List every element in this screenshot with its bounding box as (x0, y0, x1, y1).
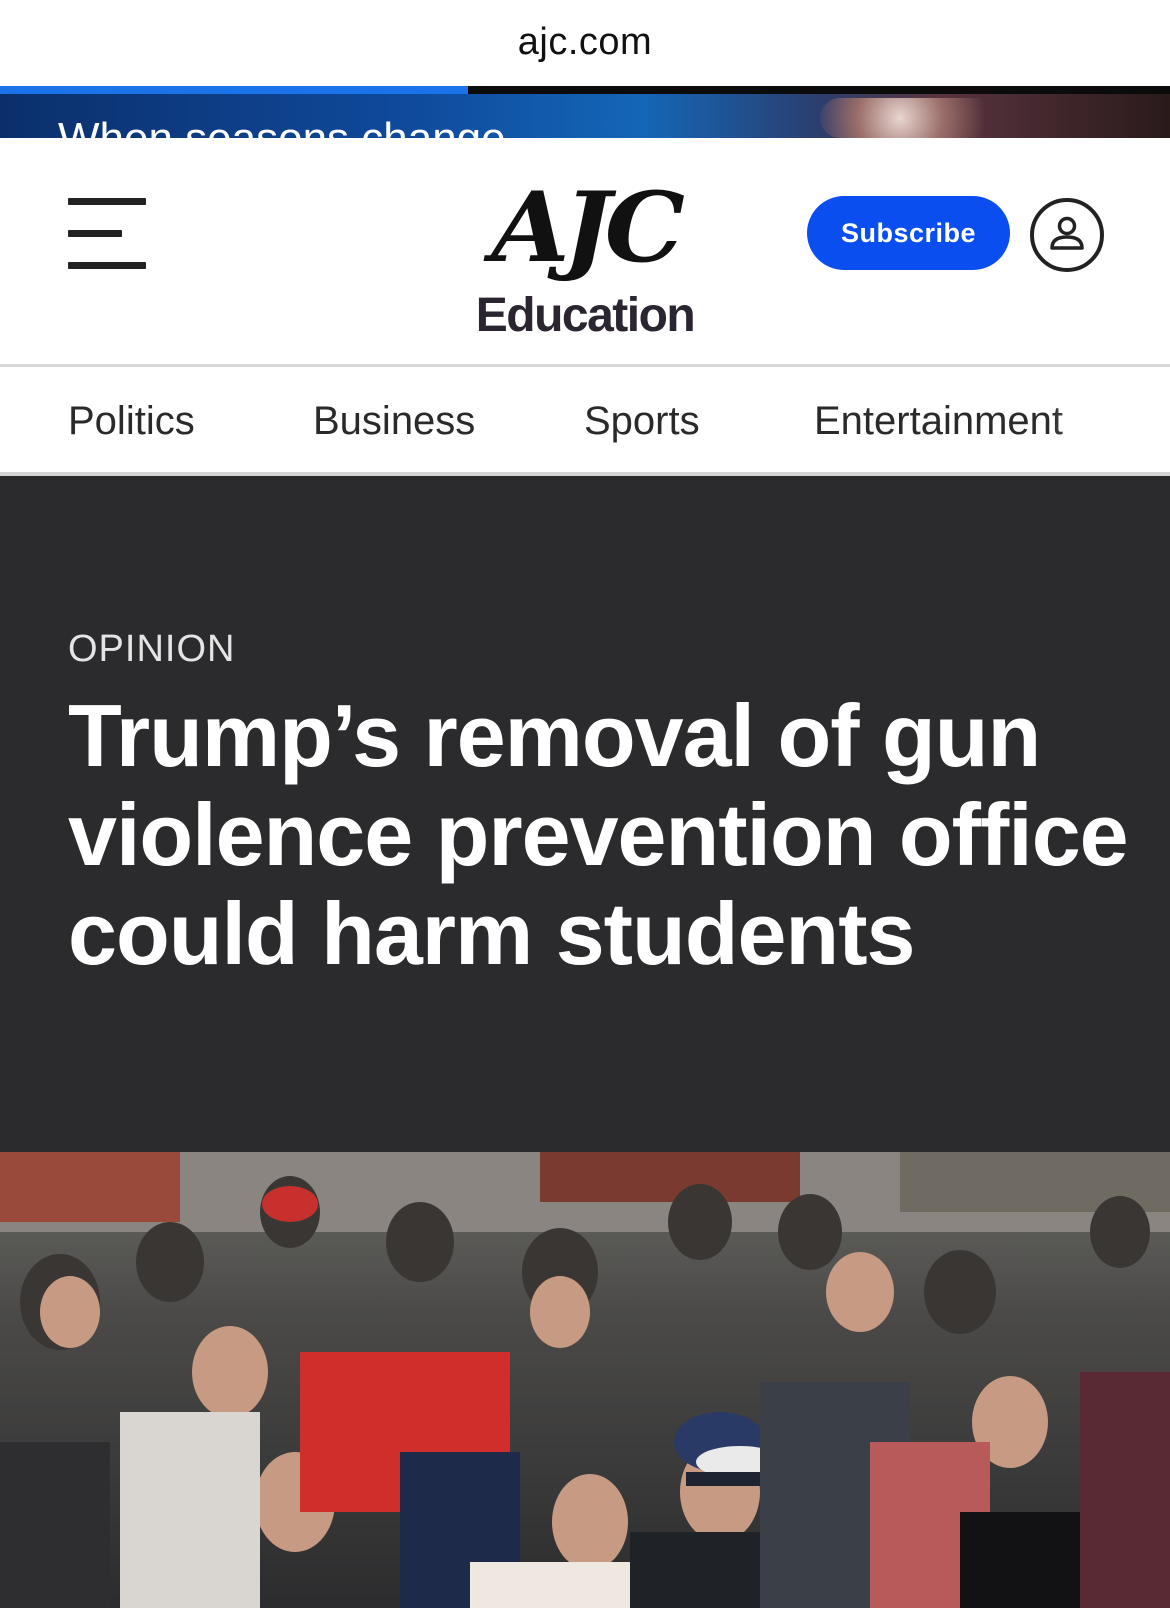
article-header: OPINION Trump’s removal of gun violence … (0, 476, 1170, 1152)
nav-item-sports[interactable]: Sports (584, 399, 700, 444)
crowd-photo-illustration (0, 1152, 1170, 1608)
nav-item-business[interactable]: Business (313, 399, 475, 444)
ad-image (820, 98, 1020, 138)
ad-text: When seasons change (58, 114, 506, 138)
person-icon (1050, 216, 1084, 250)
section-title[interactable]: Education (460, 288, 710, 343)
logo-wordmark: AJC (491, 171, 685, 284)
page-load-progress-fill (0, 86, 468, 94)
nav-item-entertainment[interactable]: Entertainment (814, 399, 1063, 444)
section-nav: Politics Business Sports Entertainment (0, 367, 1170, 476)
site-logo[interactable]: AJC (475, 178, 695, 278)
subscribe-button[interactable]: Subscribe (807, 196, 1010, 270)
article-headline: Trump’s removal of gun violence preventi… (68, 686, 1129, 983)
article-kicker[interactable]: OPINION (68, 628, 235, 671)
article-lead-photo[interactable] (0, 1152, 1170, 1608)
nav-scroll-fade (1050, 367, 1170, 472)
nav-item-politics[interactable]: Politics (68, 399, 195, 444)
browser-address-bar[interactable]: ajc.com (0, 0, 1170, 86)
hamburger-menu-icon[interactable] (68, 198, 146, 269)
ad-banner[interactable]: When seasons change (0, 94, 1170, 138)
site-header: AJC Education Subscribe (0, 138, 1170, 367)
user-account-icon[interactable] (1030, 198, 1104, 272)
page: ajc.com When seasons change AJC Educatio… (0, 0, 1170, 1608)
page-load-progress (0, 86, 1170, 94)
url-text[interactable]: ajc.com (518, 21, 652, 64)
